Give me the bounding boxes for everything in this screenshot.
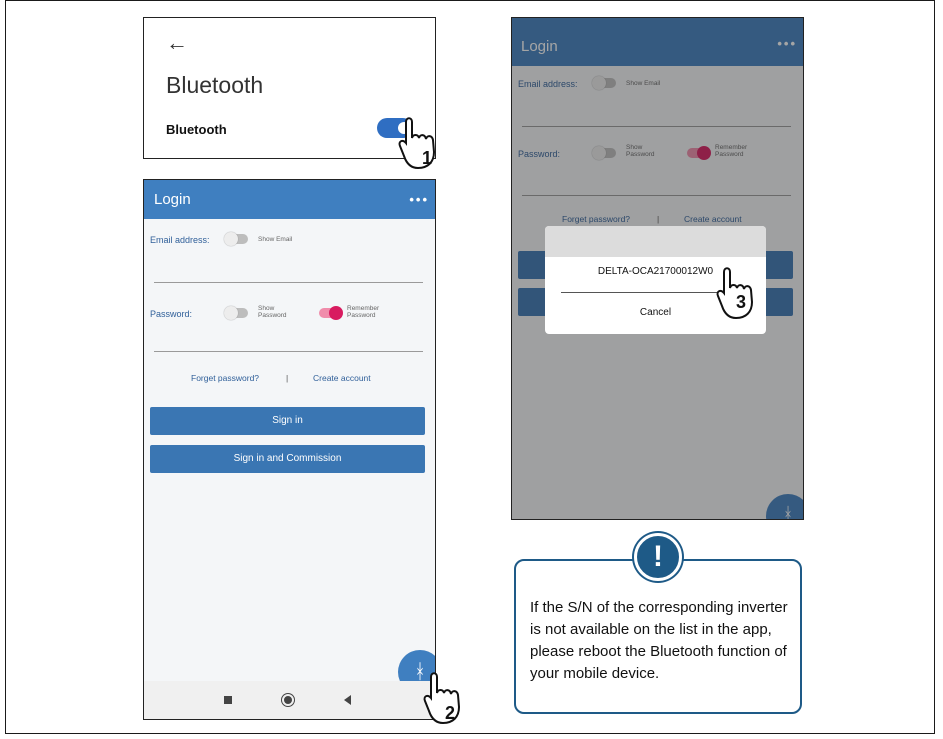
step-number-3: 3: [736, 292, 746, 312]
forget-password-link[interactable]: Forget password?: [191, 373, 259, 383]
hand-pointer-step-2: 2: [423, 672, 461, 725]
hand-pointer-step-3: 3: [716, 267, 754, 320]
step-number-1: 1: [422, 148, 432, 168]
exclamation-icon: !: [634, 533, 682, 581]
recent-apps-icon[interactable]: [224, 696, 232, 704]
login-screen-panel: Login ••• Email address: Show Email Pass…: [143, 179, 436, 720]
show-password-toggle[interactable]: [224, 306, 248, 320]
more-menu-icon[interactable]: •••: [409, 192, 429, 207]
back-arrow-icon[interactable]: ←: [166, 30, 188, 56]
password-field[interactable]: [154, 351, 423, 352]
back-nav-icon[interactable]: [344, 695, 351, 705]
sign-in-button[interactable]: Sign in: [150, 407, 425, 435]
note-text: If the S/N of the corresponding inverter…: [530, 599, 788, 682]
app-bar: Login •••: [144, 180, 435, 219]
bluetooth-settings-panel: ← Bluetooth Bluetooth: [143, 17, 436, 159]
dialog-header: [545, 226, 766, 257]
remember-password-toggle[interactable]: [319, 306, 343, 320]
show-password-label: Show Password: [258, 305, 287, 319]
login-body: Email address: Show Email Password: Show…: [144, 219, 435, 719]
android-nav-bar: [144, 681, 435, 719]
link-separator: |: [286, 373, 289, 383]
bluetooth-row-label: Bluetooth: [166, 122, 227, 137]
hand-pointer-step-1: 1: [398, 117, 436, 170]
note-box: If the S/N of the corresponding inverter…: [514, 559, 802, 714]
password-label: Password:: [150, 309, 193, 319]
app-bar-title: Login: [154, 191, 191, 208]
sign-in-commission-button[interactable]: Sign in and Commission: [150, 445, 425, 473]
email-field[interactable]: [154, 282, 423, 283]
page-title: Bluetooth: [166, 72, 264, 98]
email-label: Email address:: [150, 235, 210, 245]
remember-password-label: Remember Password: [347, 305, 380, 319]
home-icon[interactable]: [282, 694, 294, 706]
show-email-toggle[interactable]: [224, 232, 248, 246]
create-account-link[interactable]: Create account: [313, 373, 371, 383]
show-email-label: Show Email: [258, 236, 293, 243]
step-number-2: 2: [445, 703, 455, 723]
